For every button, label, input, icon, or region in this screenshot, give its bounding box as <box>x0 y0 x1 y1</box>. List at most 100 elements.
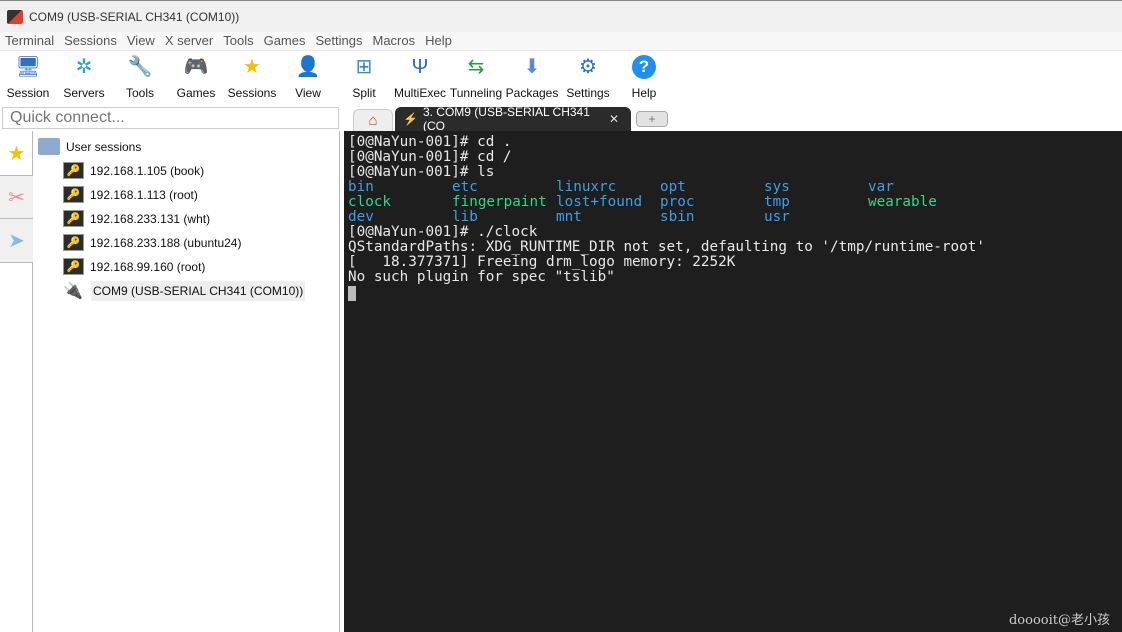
title-bar: COM9 (USB-SERIAL CH341 (COM10)) <box>0 0 1122 32</box>
menu-sessions[interactable]: Sessions <box>59 32 122 50</box>
terminal-line: [0@NaYun-001]# ./clock <box>348 224 538 240</box>
ssh-key-icon: 🔑 <box>63 234 84 251</box>
session-label: 192.168.233.188 (ubuntu24) <box>90 235 242 250</box>
toolbar-label: Sessions <box>227 86 277 100</box>
session-item[interactable]: 🔑 192.168.233.188 (ubuntu24) <box>63 234 241 251</box>
multiexec-icon: Ψ <box>411 56 429 78</box>
ls-entry: linuxrc <box>556 179 617 195</box>
menu-macros[interactable]: Macros <box>367 32 420 50</box>
toolbar-label: Settings <box>566 86 610 100</box>
ls-entry: usr <box>764 209 790 225</box>
session-label: 192.168.1.113 (root) <box>90 187 198 202</box>
tab-bar: ⌂ ⚡ 3. COM9 (USB-SERIAL CH341 (CO ✕ + <box>340 105 1122 133</box>
terminal-line: No such plugin for spec "tslib" <box>348 269 615 285</box>
session-label: COM9 (USB-SERIAL CH341 (COM10)) <box>91 281 306 301</box>
user-folder-icon <box>38 138 60 155</box>
toolbar-label: Games <box>176 86 216 100</box>
terminal-line: [0@NaYun-001]# ls <box>348 164 495 180</box>
tab-label: 3. COM9 (USB-SERIAL CH341 (CO <box>422 105 590 133</box>
session-label: 192.168.233.131 (wht) <box>90 211 211 226</box>
favorites-star-button[interactable]: ★ <box>0 131 33 175</box>
terminal-line: QStandardPaths: XDG_RUNTIME_DIR not set,… <box>348 239 985 255</box>
toolbar-label: Session <box>6 86 50 100</box>
send-side-button[interactable]: ➤ <box>0 219 33 263</box>
toolbar-label: View <box>295 86 321 100</box>
ls-entry: lib <box>452 209 478 225</box>
toolbar-packages-button[interactable]: ⬇ Packages <box>504 51 560 106</box>
toolbar-label: Split <box>352 86 376 100</box>
toolbar-help-button[interactable]: ? Help <box>616 51 672 106</box>
tools-side-button[interactable]: ✂ <box>0 175 33 219</box>
session-item[interactable]: 🔑 192.168.1.113 (root) <box>63 186 198 203</box>
toolbar-view-button[interactable]: 👤 View <box>280 51 336 106</box>
toolbar-multiexec-button[interactable]: Ψ MultiExec <box>392 51 448 106</box>
menu-settings[interactable]: Settings <box>311 32 368 50</box>
ls-output-row: clock fingerpaint lost+found proc tmp wearabl… <box>348 195 1122 210</box>
ls-entry: etc <box>452 179 478 195</box>
folder-label: User sessions <box>66 139 142 154</box>
toolbar-label: MultiExec <box>393 86 446 100</box>
toolbar-label: Help <box>631 86 657 100</box>
serial-session-item[interactable]: 🔌 COM9 (USB-SERIAL CH341 (COM10)) <box>63 281 306 301</box>
tab-com9[interactable]: ⚡ 3. COM9 (USB-SERIAL CH341 (CO ✕ <box>395 105 631 133</box>
menu-tools[interactable]: Tools <box>218 32 258 50</box>
ls-output-row: bin etc linuxrc opt sys var <box>348 180 1122 195</box>
menu-games[interactable]: Games <box>259 32 311 50</box>
toolbar-label: Tunneling <box>449 86 503 100</box>
tools-icon: ✂ <box>8 186 25 209</box>
toolbar-label: Packages <box>505 86 559 100</box>
new-tab-button[interactable]: + <box>636 111 668 127</box>
ls-entry: lost+found <box>556 194 643 210</box>
ls-entry: wearable <box>868 194 937 210</box>
ls-entry: fingerpaint <box>452 194 547 210</box>
window-title: COM9 (USB-SERIAL CH341 (COM10)) <box>29 9 240 24</box>
toolbar-settings-button[interactable]: ⚙ Settings <box>560 51 616 106</box>
ls-entry: dev <box>348 209 374 225</box>
toolbar-split-button[interactable]: ⊞ Split <box>336 51 392 106</box>
gamepad-icon: 🎮 <box>183 56 209 78</box>
menu-view[interactable]: View <box>122 32 160 50</box>
toolbar-tools-button[interactable]: 🔧 Tools <box>112 51 168 106</box>
servers-icon: ✲ <box>75 56 93 78</box>
toolbar-tunneling-button[interactable]: ⇆ Tunneling <box>448 51 504 106</box>
toolbar-games-button[interactable]: 🎮 Games <box>168 51 224 106</box>
session-item[interactable]: 🔑 192.168.233.131 (wht) <box>63 210 210 227</box>
toolbar-session-button[interactable]: 🖥 Session <box>0 51 56 106</box>
terminal-cursor <box>348 286 356 301</box>
toolbar-sessions-button[interactable]: ★ Sessions <box>224 51 280 106</box>
session-item[interactable]: 🔑 192.168.1.105 (book) <box>63 162 204 179</box>
user-sessions-folder[interactable]: User sessions <box>38 138 141 155</box>
menu-x-server[interactable]: X server <box>160 32 218 50</box>
ssh-key-icon: 🔑 <box>63 210 84 227</box>
side-strip: ★ ✂ ➤ <box>0 131 33 632</box>
quick-connect-input[interactable] <box>2 107 339 129</box>
ls-entry: sys <box>764 179 790 195</box>
terminal-line: [0@NaYun-001]# cd / <box>348 149 512 165</box>
terminal-line: [ 18.377371] Freeing drm_logo memory: 22… <box>348 254 736 270</box>
ls-entry: sbin <box>660 209 695 225</box>
ls-output-row: dev lib mnt sbin usr <box>348 210 1122 225</box>
ls-entry: proc <box>660 194 695 210</box>
home-tab[interactable]: ⌂ <box>353 109 393 131</box>
menu-help[interactable]: Help <box>420 32 457 50</box>
gears-icon: ⚙ <box>579 56 597 78</box>
toolbar-servers-button[interactable]: ✲ Servers <box>56 51 112 106</box>
tunneling-icon: ⇆ <box>467 56 485 78</box>
help-icon: ? <box>632 55 656 79</box>
close-tab-icon[interactable]: ✕ <box>609 112 619 126</box>
menu-terminal[interactable]: Terminal <box>0 32 59 50</box>
split-icon: ⊞ <box>355 56 373 78</box>
toolbar: 🖥 Session ✲ Servers 🔧 Tools 🎮 Games ★ Sessions 👤 Vi… <box>0 51 1122 106</box>
session-item[interactable]: 🔑 192.168.99.160 (root) <box>63 258 205 275</box>
toolbar-label: Tools <box>125 86 154 100</box>
app-icon <box>7 9 23 24</box>
session-label: 192.168.1.105 (book) <box>90 163 205 178</box>
terminal[interactable]: [0@NaYun-001]# cd . [0@NaYun-001]# cd / [0… <box>344 131 1122 632</box>
ssh-key-icon: 🔑 <box>63 186 84 203</box>
ls-entry: opt <box>660 179 686 195</box>
ssh-key-icon: 🔑 <box>63 258 84 275</box>
ssh-key-icon: 🔑 <box>63 162 84 179</box>
session-monitor-icon: 🖥 <box>15 56 41 78</box>
star-icon: ★ <box>243 56 261 78</box>
view-icon: 👤 <box>295 56 321 78</box>
